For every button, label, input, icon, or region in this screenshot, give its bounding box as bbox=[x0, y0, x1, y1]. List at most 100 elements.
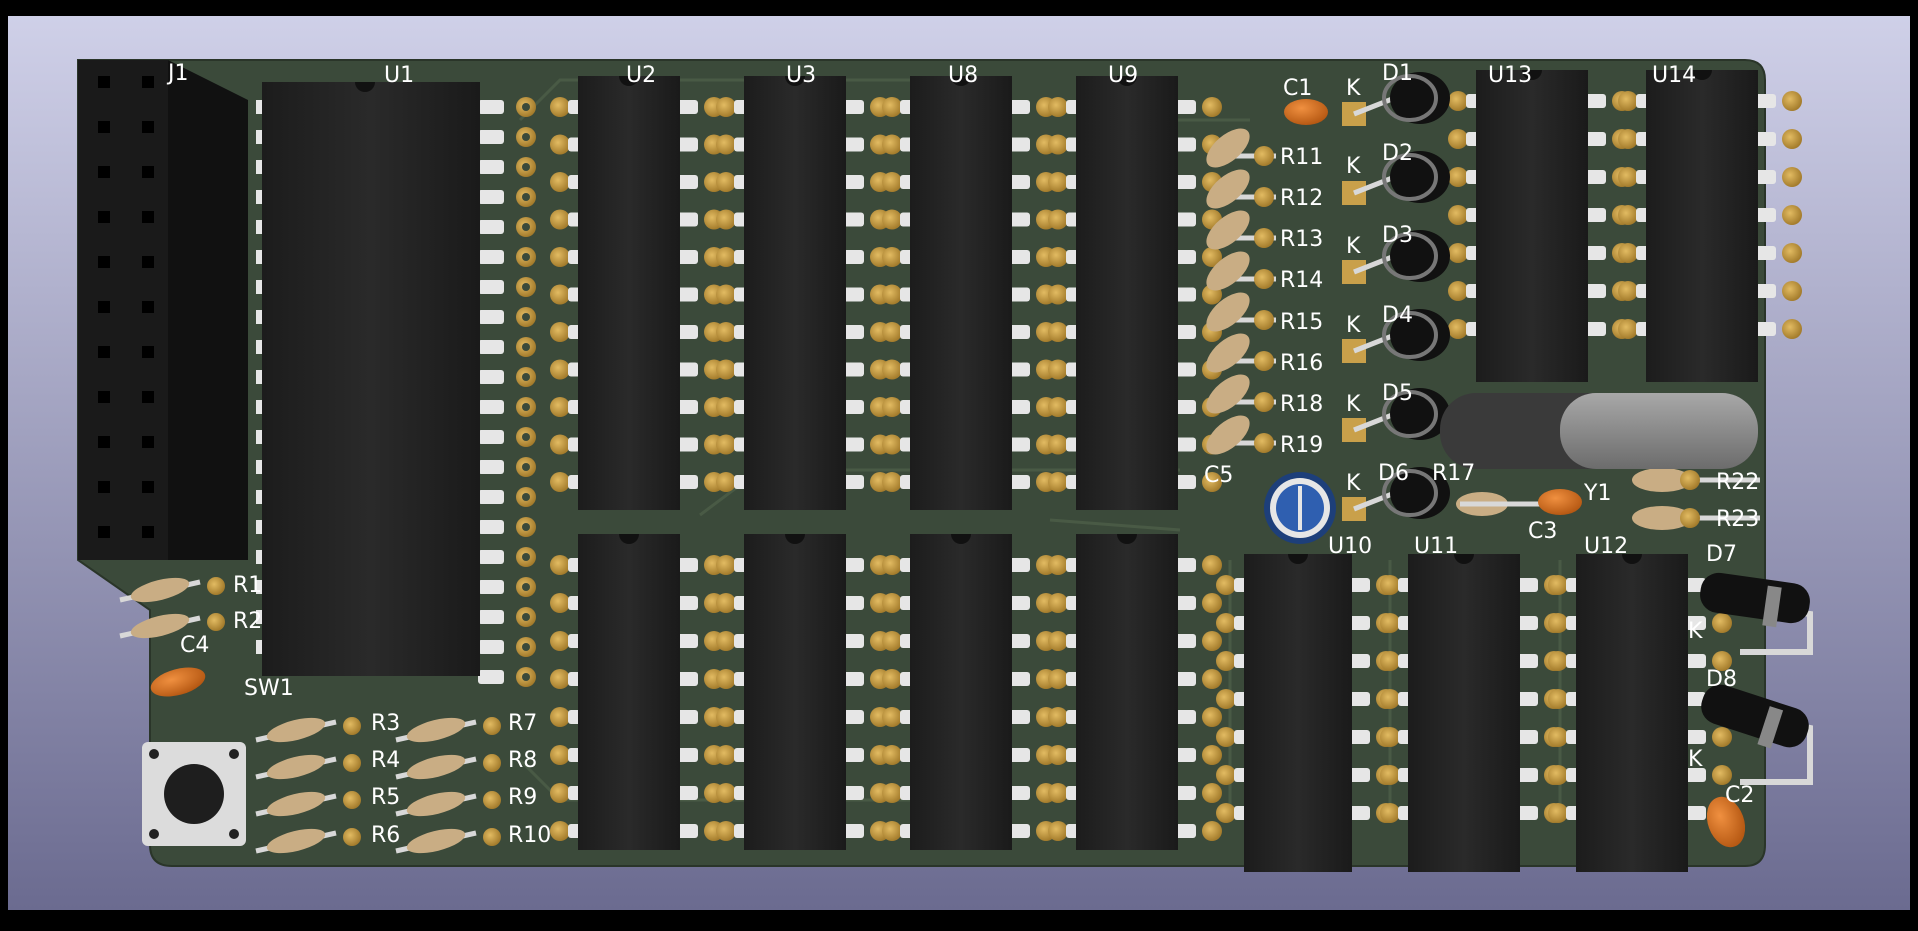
pad bbox=[1712, 765, 1732, 785]
pin bbox=[478, 100, 504, 114]
pad-hole bbox=[522, 133, 530, 141]
chip-U3 bbox=[716, 76, 890, 510]
pad bbox=[882, 631, 902, 651]
j1-pin-hole bbox=[98, 301, 110, 313]
label-K-d3: K bbox=[1346, 234, 1361, 259]
j1-pin-hole bbox=[98, 481, 110, 493]
pad bbox=[882, 669, 902, 689]
pad bbox=[1202, 593, 1222, 613]
label-U3: U3 bbox=[786, 63, 816, 88]
pad bbox=[483, 828, 501, 846]
pad bbox=[716, 472, 736, 492]
label-C1: C1 bbox=[1283, 76, 1312, 101]
pad bbox=[1548, 765, 1568, 785]
label-R22: R22 bbox=[1716, 470, 1759, 495]
pad bbox=[1048, 783, 1068, 803]
label-D6: D6 bbox=[1378, 461, 1409, 486]
pad bbox=[716, 97, 736, 117]
pad bbox=[882, 134, 902, 155]
pad bbox=[1048, 745, 1068, 765]
pad bbox=[1254, 146, 1274, 166]
pin bbox=[478, 460, 504, 474]
pad bbox=[1254, 228, 1274, 248]
pad bbox=[882, 397, 902, 417]
pin bbox=[478, 310, 504, 324]
label-K-d4: K bbox=[1346, 313, 1361, 338]
pad bbox=[1216, 575, 1236, 595]
label-U2: U2 bbox=[626, 63, 656, 88]
j1-pin-hole bbox=[142, 301, 154, 313]
pad-hole bbox=[522, 493, 530, 501]
pad bbox=[483, 791, 501, 809]
chip-body bbox=[910, 76, 1012, 510]
j1-pin-hole bbox=[98, 76, 110, 88]
pad bbox=[1216, 651, 1236, 671]
pad bbox=[882, 821, 902, 841]
j1-pin-hole bbox=[98, 346, 110, 358]
pad-hole bbox=[522, 583, 530, 591]
pad-hole bbox=[522, 643, 530, 651]
pad bbox=[1618, 129, 1638, 149]
pad bbox=[550, 707, 570, 727]
chip-body bbox=[1244, 554, 1352, 872]
j1-pin-hole bbox=[98, 526, 110, 538]
pad bbox=[1448, 129, 1468, 149]
label-U1: U1 bbox=[384, 63, 414, 88]
pad bbox=[1618, 281, 1638, 301]
label-R14: R14 bbox=[1280, 268, 1323, 293]
pad bbox=[1782, 319, 1802, 339]
j1-pin-hole bbox=[142, 121, 154, 133]
pad bbox=[882, 472, 902, 492]
pin bbox=[478, 640, 504, 654]
pad bbox=[1680, 470, 1700, 490]
pad bbox=[716, 555, 736, 575]
pad bbox=[1548, 651, 1568, 671]
label-K-d6: K bbox=[1346, 471, 1361, 496]
pin bbox=[478, 160, 504, 174]
label-R19: R19 bbox=[1280, 433, 1323, 458]
pad-hole bbox=[522, 553, 530, 561]
pin bbox=[478, 190, 504, 204]
pad bbox=[882, 707, 902, 727]
label-U12: U12 bbox=[1584, 534, 1628, 559]
pad bbox=[1380, 803, 1400, 823]
pad bbox=[550, 472, 570, 492]
pad bbox=[1048, 434, 1068, 455]
chip-body bbox=[910, 534, 1012, 850]
pin bbox=[478, 580, 504, 594]
pad bbox=[550, 669, 570, 689]
capacitor-C3 bbox=[1538, 489, 1582, 515]
pad bbox=[1618, 243, 1638, 263]
pad bbox=[716, 359, 736, 380]
pad bbox=[550, 209, 570, 230]
pad bbox=[1048, 322, 1068, 342]
j1-pin-hole bbox=[98, 436, 110, 448]
j1-pin-hole bbox=[142, 166, 154, 178]
pad bbox=[1380, 651, 1400, 671]
pcb-3d-viewer[interactable]: J1 U1 U2 U3 U8 U9 U13 U14 U10 U11 U12 C1… bbox=[0, 0, 1918, 927]
pad bbox=[1254, 433, 1274, 453]
pad bbox=[343, 828, 361, 846]
pad bbox=[1048, 209, 1068, 230]
label-C4: C4 bbox=[180, 633, 209, 658]
pad-hole bbox=[522, 403, 530, 411]
pad bbox=[1712, 727, 1732, 747]
pad bbox=[1048, 593, 1068, 613]
pin bbox=[478, 520, 504, 534]
pad bbox=[1782, 91, 1802, 111]
pad bbox=[882, 745, 902, 765]
pad bbox=[1202, 97, 1222, 117]
pad-hole bbox=[522, 523, 530, 531]
pad bbox=[1548, 575, 1568, 595]
pad bbox=[1448, 91, 1468, 111]
j1-pin-hole bbox=[98, 391, 110, 403]
pad bbox=[343, 754, 361, 772]
pad bbox=[1048, 555, 1068, 575]
pad bbox=[1202, 555, 1222, 575]
pad bbox=[1782, 129, 1802, 149]
pad bbox=[1448, 281, 1468, 301]
label-R23: R23 bbox=[1716, 507, 1759, 532]
pad bbox=[716, 247, 736, 267]
chip-U8 bbox=[882, 76, 1056, 510]
chip-U2 bbox=[550, 76, 724, 510]
